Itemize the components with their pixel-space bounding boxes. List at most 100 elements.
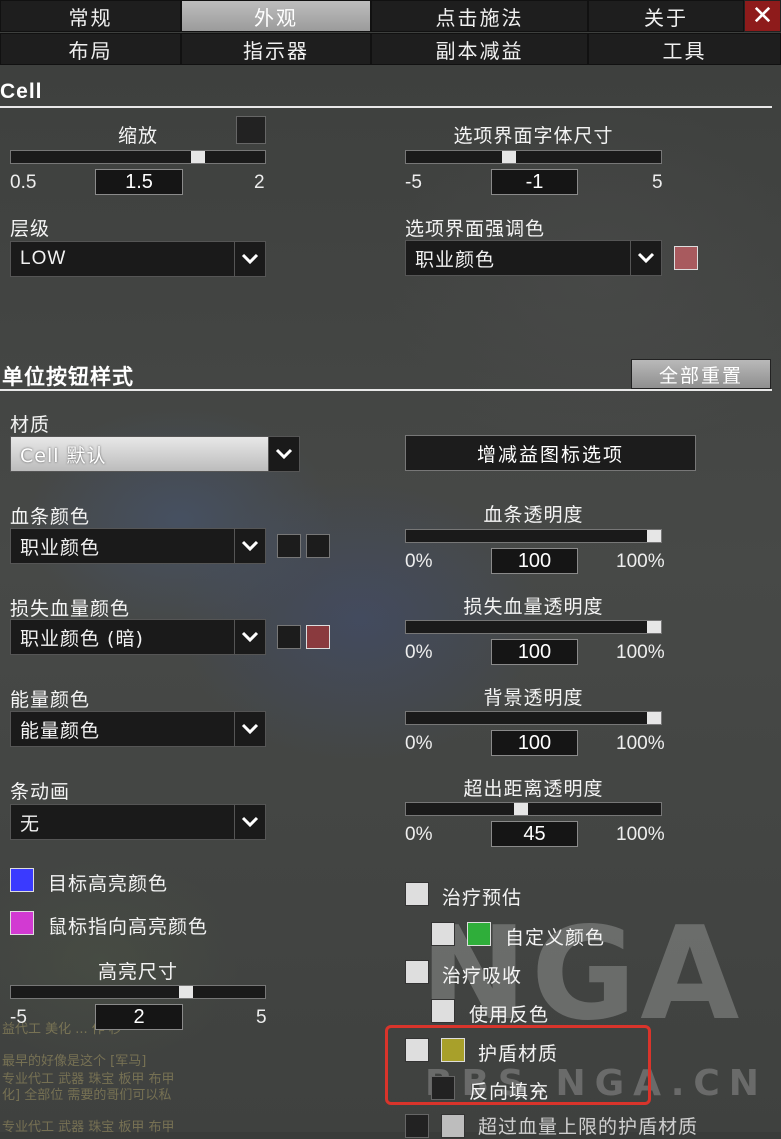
tab-about[interactable]: 关于 [588, 0, 744, 32]
invert-color-label: 使用反色 [469, 1004, 550, 1026]
loss-alpha-max: 100% [616, 642, 665, 663]
font-size-value-input[interactable]: -1 [491, 169, 578, 195]
background-chat-line: 化] 全部位 需要的哥们可以私 [2, 1088, 172, 1103]
bar-animation-label: 条动画 [10, 781, 71, 803]
health-color-swatch-2[interactable] [306, 534, 330, 558]
aura-icon-options-button[interactable]: 增减益图标选项 [405, 435, 696, 471]
accent-value: 职业颜色 [415, 248, 496, 271]
health-alpha-slider[interactable] [405, 529, 662, 543]
chevron-down-icon [234, 805, 265, 839]
scale-lock-checkbox[interactable] [236, 116, 266, 144]
texture-value: Cell 默认 [20, 444, 107, 467]
overshield-swatch[interactable] [441, 1114, 465, 1138]
loss-color-dropdown[interactable]: 职业颜色 (暗) [10, 619, 266, 655]
health-alpha-min: 0% [405, 551, 433, 572]
section-title-unit-style: 单位按钮样式 [2, 365, 134, 389]
highlight-size-label: 高亮尺寸 [97, 961, 178, 983]
chevron-down-icon [234, 529, 265, 563]
invert-color-checkbox[interactable] [431, 999, 455, 1023]
slider-thumb[interactable] [647, 621, 661, 633]
health-color-dropdown[interactable]: 职业颜色 [10, 528, 266, 564]
bg-alpha-value-input[interactable]: 100 [491, 730, 578, 756]
background-chat-line: 专业代工 武器 珠宝 板甲 布甲 [2, 1120, 175, 1135]
tab-click-casting[interactable]: 点击施法 [371, 0, 588, 32]
health-alpha-max: 100% [616, 551, 665, 572]
close-icon: ✕ [751, 1, 774, 31]
tab-indicators[interactable]: 指示器 [181, 33, 371, 65]
reset-all-button[interactable]: 全部重置 [631, 359, 771, 389]
overshield-checkbox[interactable] [405, 1114, 429, 1138]
section-divider [0, 389, 772, 391]
loss-alpha-value-input[interactable]: 100 [491, 639, 578, 665]
power-color-label: 能量颜色 [10, 689, 91, 711]
target-highlight-swatch[interactable] [10, 868, 34, 892]
slider-thumb[interactable] [647, 530, 661, 542]
highlight-size-value-input[interactable]: 2 [95, 1004, 183, 1030]
scale-slider[interactable] [10, 150, 266, 164]
tab-appearance[interactable]: 外观 [181, 0, 371, 32]
custom-color-swatch[interactable] [467, 922, 491, 946]
strata-label: 层级 [10, 218, 51, 240]
slider-thumb[interactable] [502, 151, 516, 163]
accent-dropdown[interactable]: 职业颜色 [405, 240, 662, 276]
target-highlight-label: 目标高亮颜色 [48, 873, 169, 895]
tab-layout[interactable]: 布局 [0, 33, 181, 65]
heal-prediction-checkbox[interactable] [405, 882, 429, 906]
oor-alpha-value-input[interactable]: 45 [491, 821, 578, 847]
oor-alpha-max: 100% [616, 824, 665, 845]
highlight-size-slider[interactable] [10, 985, 266, 999]
slider-thumb[interactable] [191, 151, 205, 163]
health-color-label: 血条颜色 [10, 506, 91, 528]
bar-animation-value: 无 [20, 812, 41, 835]
strata-dropdown[interactable]: LOW [10, 241, 266, 277]
power-color-dropdown[interactable]: 能量颜色 [10, 711, 266, 747]
close-button[interactable]: ✕ [744, 0, 781, 32]
loss-alpha-slider[interactable] [405, 620, 662, 634]
heal-absorb-label: 治疗吸收 [442, 965, 523, 987]
oor-alpha-label: 超出距离透明度 [463, 778, 604, 800]
loss-color-value: 职业颜色 (暗) [20, 627, 144, 650]
health-alpha-label: 血条透明度 [483, 504, 584, 526]
loss-color-label: 损失血量颜色 [10, 598, 131, 620]
health-alpha-value-input[interactable]: 100 [491, 548, 578, 574]
texture-dropdown[interactable]: Cell 默认 [10, 436, 300, 472]
loss-alpha-label: 损失血量透明度 [463, 596, 604, 618]
font-size-slider[interactable] [405, 150, 662, 164]
font-size-min: -5 [405, 172, 422, 193]
tab-general[interactable]: 常规 [0, 0, 181, 32]
loss-color-swatch-dark[interactable] [277, 625, 301, 649]
font-size-label: 选项界面字体尺寸 [453, 125, 614, 147]
oor-alpha-slider[interactable] [405, 802, 662, 816]
slider-thumb[interactable] [514, 803, 528, 815]
health-color-value: 职业颜色 [20, 536, 101, 559]
chevron-down-icon [234, 620, 265, 654]
highlight-size-max: 5 [256, 1007, 267, 1028]
chevron-down-icon [630, 241, 661, 275]
section-divider [0, 106, 772, 108]
background-chat-line: 最早的好像是这个 [军马] [2, 1054, 147, 1069]
loss-color-swatch[interactable] [306, 625, 330, 649]
slider-thumb[interactable] [647, 712, 661, 724]
bg-alpha-slider[interactable] [405, 711, 662, 725]
mouseover-highlight-label: 鼠标指向高亮颜色 [48, 916, 209, 938]
accent-color-swatch[interactable] [674, 246, 698, 270]
tab-raid-debuffs[interactable]: 副本减益 [371, 33, 588, 65]
bar-animation-dropdown[interactable]: 无 [10, 804, 266, 840]
oor-alpha-min: 0% [405, 824, 433, 845]
tab-utilities[interactable]: 工具 [588, 33, 781, 65]
bg-alpha-label: 背景透明度 [483, 687, 584, 709]
accent-label: 选项界面强调色 [405, 218, 546, 240]
custom-color-checkbox[interactable] [431, 922, 455, 946]
heal-prediction-label: 治疗预估 [442, 887, 523, 909]
health-color-swatch[interactable] [277, 534, 301, 558]
mouseover-highlight-swatch[interactable] [10, 911, 34, 935]
slider-thumb[interactable] [179, 986, 193, 998]
overshield-label: 超过血量上限的护盾材质 [478, 1116, 699, 1138]
highlight-size-min: -5 [10, 1007, 27, 1028]
scale-min: 0.5 [10, 172, 37, 193]
scale-value-input[interactable]: 1.5 [95, 169, 183, 195]
heal-absorb-checkbox[interactable] [405, 960, 429, 984]
texture-label: 材质 [10, 414, 51, 436]
strata-value: LOW [20, 248, 67, 269]
bg-alpha-max: 100% [616, 733, 665, 754]
